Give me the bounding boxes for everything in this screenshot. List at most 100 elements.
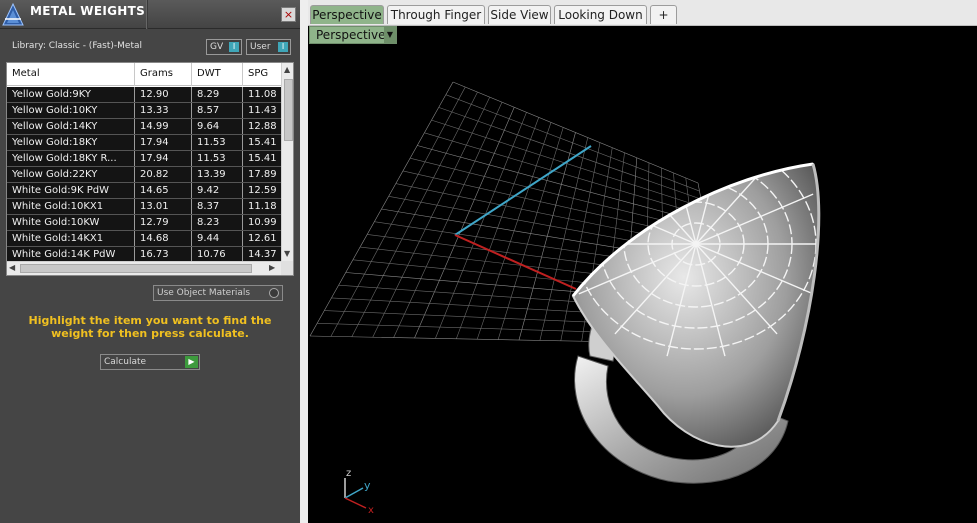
table-horizontal-scrollbar[interactable]: ◀ ▶ xyxy=(7,261,281,275)
dwt-cell: 8.29 xyxy=(192,87,243,102)
table-row[interactable]: Yellow Gold:10KY 13.33 8.57 11.43 xyxy=(7,103,281,119)
dwt-cell: 8.37 xyxy=(192,199,243,214)
tab-perspective[interactable]: Perspective xyxy=(310,5,384,24)
grams-cell: 13.33 xyxy=(135,103,192,118)
spg-cell: 17.89 xyxy=(248,169,277,180)
tab-through-finger[interactable]: Through Finger xyxy=(387,5,485,24)
library-label: Library: Classic - (Fast)-Metal xyxy=(12,41,143,51)
table-row[interactable]: Yellow Gold:18KY 17.94 11.53 15.41 xyxy=(7,135,281,151)
calculate-label: Calculate xyxy=(104,357,147,367)
column-header-metal[interactable]: Metal xyxy=(7,63,135,86)
axis-x-label: x xyxy=(368,505,374,516)
metal-cell: Yellow Gold:18KY xyxy=(7,135,135,150)
close-button[interactable]: × xyxy=(281,7,296,22)
scroll-up-icon[interactable]: ▲ xyxy=(284,65,290,74)
dwt-cell: 9.42 xyxy=(192,183,243,198)
table-row[interactable]: Yellow Gold:18KY R... 17.94 11.53 15.41 xyxy=(7,151,281,167)
gv-toggle-label: GV xyxy=(210,42,224,52)
tab-looking-down[interactable]: Looking Down xyxy=(554,5,647,24)
table-row[interactable]: White Gold:14KX1 14.68 9.44 12.61 xyxy=(7,231,281,247)
metal-cell: White Gold:10KW xyxy=(7,215,135,230)
table-row[interactable]: White Gold:10KW 12.79 8.23 10.99 xyxy=(7,215,281,231)
table-rows: Yellow Gold:9KY 12.90 8.29 11.08 Yellow Gol… xyxy=(7,87,281,263)
metal-weights-panel: METAL WEIGHTS × Library: Classic - (Fast… xyxy=(0,0,300,523)
metal-table: Metal Grams DWT SPG Yellow Gold:9KY 12.90… xyxy=(6,62,294,276)
viewport-scene: z y x xyxy=(309,81,826,516)
table-vertical-scrollbar[interactable]: ▲ ▼ xyxy=(281,63,293,261)
ring-model[interactable] xyxy=(566,132,826,484)
panel-title: METAL WEIGHTS xyxy=(30,4,146,18)
use-object-materials-label: Use Object Materials xyxy=(157,288,251,298)
spg-cell: 12.88 xyxy=(248,121,277,132)
scroll-corner xyxy=(281,261,293,275)
gv-toggle[interactable]: GV I xyxy=(206,39,242,55)
metal-cell: White Gold:14K PdW xyxy=(7,247,135,262)
grams-cell: 14.99 xyxy=(135,119,192,134)
app-logo-icon xyxy=(2,3,24,26)
view-menu-label: Perspective xyxy=(316,28,386,42)
metal-cell: White Gold:10KX1 xyxy=(7,199,135,214)
radio-icon[interactable] xyxy=(269,288,279,298)
title-separator xyxy=(146,0,148,29)
instruction-text: Highlight the item you want to find the … xyxy=(28,314,272,340)
axis-z-label: z xyxy=(346,468,351,479)
user-toggle[interactable]: User I xyxy=(246,39,291,55)
grams-cell: 12.90 xyxy=(135,87,192,102)
spg-cell: 11.08 xyxy=(248,89,277,100)
table-header: Metal Grams DWT SPG xyxy=(7,63,281,86)
calculate-button[interactable]: Calculate ▶ xyxy=(100,354,200,370)
spg-cell: 11.43 xyxy=(248,105,277,116)
axis-triad: z y x xyxy=(344,468,374,516)
table-row[interactable]: Yellow Gold:22KY 20.82 13.39 17.89 xyxy=(7,167,281,183)
chevron-down-icon: ▼ xyxy=(384,27,396,43)
grams-cell: 14.68 xyxy=(135,231,192,246)
vertical-scroll-thumb[interactable] xyxy=(284,79,293,141)
grams-cell: 13.01 xyxy=(135,199,192,214)
spg-cell: 10.99 xyxy=(248,217,277,228)
horizontal-scroll-thumb[interactable] xyxy=(20,264,252,273)
gv-toggle-indicator-icon: I xyxy=(229,42,239,52)
table-row[interactable]: White Gold:9K PdW 14.65 9.42 12.59 xyxy=(7,183,281,199)
grams-cell: 16.73 xyxy=(135,247,192,262)
dwt-cell: 11.53 xyxy=(192,135,243,150)
grams-cell: 12.79 xyxy=(135,215,192,230)
metal-cell: Yellow Gold:14KY xyxy=(7,119,135,134)
column-header-spg[interactable]: SPG xyxy=(243,63,281,86)
user-toggle-indicator-icon: I xyxy=(278,42,288,52)
use-object-materials-option[interactable]: Use Object Materials xyxy=(153,285,283,301)
metal-cell: Yellow Gold:22KY xyxy=(7,167,135,182)
table-row[interactable]: Yellow Gold:14KY 14.99 9.64 12.88 xyxy=(7,119,281,135)
column-header-grams[interactable]: Grams xyxy=(135,63,192,86)
panel-splitter[interactable] xyxy=(300,0,308,523)
scroll-left-icon[interactable]: ◀ xyxy=(9,263,15,272)
spg-cell: 12.59 xyxy=(248,185,277,196)
metal-cell: Yellow Gold:18KY R... xyxy=(7,151,135,166)
play-arrow-icon: ▶ xyxy=(185,356,198,368)
grid-x-axis-line xyxy=(454,234,577,290)
viewport-tab-bar: Perspective Through Finger Side View Loo… xyxy=(308,0,977,26)
grams-cell: 17.94 xyxy=(135,135,192,150)
metal-cell: White Gold:9K PdW xyxy=(7,183,135,198)
add-tab-icon[interactable]: + xyxy=(650,5,677,24)
tab-side-view[interactable]: Side View xyxy=(488,5,551,24)
spg-cell: 14.37 xyxy=(248,249,277,260)
grams-cell: 14.65 xyxy=(135,183,192,198)
scroll-right-icon[interactable]: ▶ xyxy=(269,263,275,272)
column-header-dwt[interactable]: DWT xyxy=(192,63,243,86)
dwt-cell: 8.57 xyxy=(192,103,243,118)
dwt-cell: 8.23 xyxy=(192,215,243,230)
dwt-cell: 9.64 xyxy=(192,119,243,134)
panel-header: METAL WEIGHTS × xyxy=(0,0,300,29)
view-menu-dropdown[interactable]: Perspective ▼ xyxy=(309,26,397,44)
dwt-cell: 9.44 xyxy=(192,231,243,246)
scroll-down-icon[interactable]: ▼ xyxy=(284,249,290,258)
user-toggle-label: User xyxy=(250,42,271,52)
dwt-cell: 13.39 xyxy=(192,167,243,182)
grams-cell: 20.82 xyxy=(135,167,192,182)
spg-cell: 12.61 xyxy=(248,233,277,244)
dwt-cell: 10.76 xyxy=(192,247,243,262)
table-row[interactable]: Yellow Gold:9KY 12.90 8.29 11.08 xyxy=(7,87,281,103)
metal-cell: Yellow Gold:10KY xyxy=(7,103,135,118)
spg-cell: 15.41 xyxy=(248,153,277,164)
table-row[interactable]: White Gold:10KX1 13.01 8.37 11.18 xyxy=(7,199,281,215)
